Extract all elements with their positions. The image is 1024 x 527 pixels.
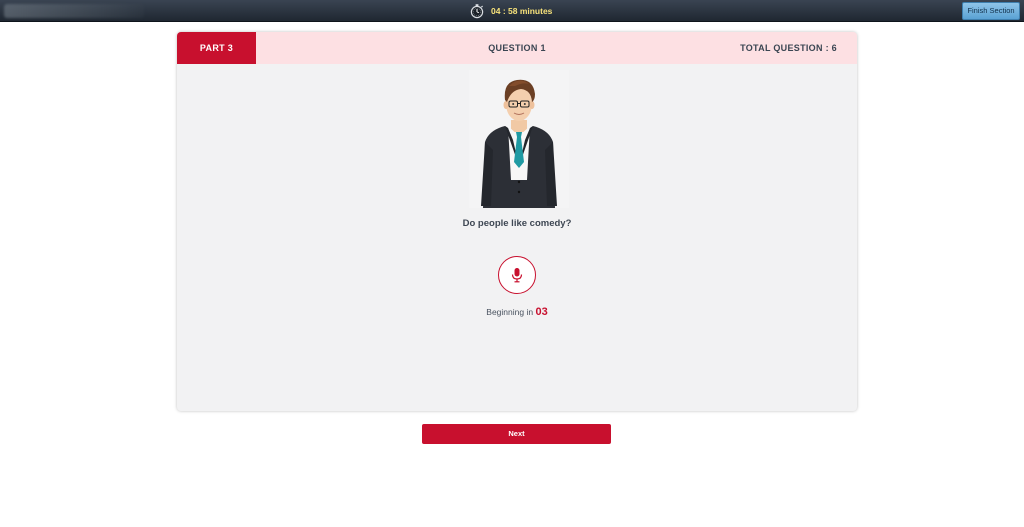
question-text: Do people like comedy? xyxy=(462,218,572,229)
timer-text: 04 : 58 minutes xyxy=(491,6,553,16)
top-bar: 04 : 58 minutes Finish Section xyxy=(0,0,1024,22)
record-button[interactable] xyxy=(498,256,536,294)
countdown-value: 03 xyxy=(535,306,548,318)
countdown-label: Beginning in xyxy=(486,307,534,317)
card-header: PART 3 QUESTION 1 TOTAL QUESTION : 6 xyxy=(177,32,857,64)
countdown: Beginning in 03 xyxy=(177,306,857,318)
microphone-icon xyxy=(511,268,523,283)
total-questions: TOTAL QUESTION : 6 xyxy=(740,43,837,53)
blurred-header-info xyxy=(4,4,144,18)
question-card: PART 3 QUESTION 1 TOTAL QUESTION : 6 Do … xyxy=(177,32,857,411)
examiner-avatar xyxy=(469,70,569,208)
finish-section-button[interactable]: Finish Section xyxy=(962,2,1020,20)
next-button[interactable]: Next xyxy=(422,424,611,444)
stopwatch-icon xyxy=(470,4,484,19)
timer: 04 : 58 minutes xyxy=(469,3,552,19)
